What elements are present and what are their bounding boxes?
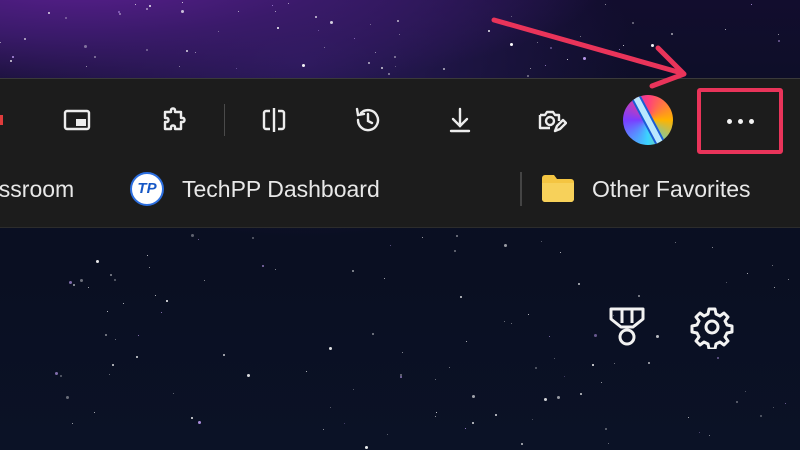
- history-icon[interactable]: [348, 100, 388, 140]
- downloads-icon[interactable]: [440, 100, 480, 140]
- techpp-logo-icon: TP: [130, 172, 164, 206]
- settings-gear-icon[interactable]: [690, 305, 734, 354]
- split-screen-icon[interactable]: [57, 100, 97, 140]
- profile-avatar[interactable]: [623, 95, 673, 145]
- more-dots-icon: [726, 118, 754, 124]
- rewards-medal-icon[interactable]: [605, 305, 649, 354]
- browser-chrome: [0, 78, 800, 228]
- favorite-item-techpp-dashboard[interactable]: TechPP Dashboard: [182, 176, 380, 203]
- favorite-folder-other-favorites[interactable]: Other Favorites: [592, 176, 751, 203]
- split-view-icon[interactable]: [254, 100, 294, 140]
- favorites-separator: [520, 172, 522, 206]
- extensions-icon[interactable]: [154, 100, 194, 140]
- favorite-item-classroom[interactable]: assroom: [0, 176, 74, 203]
- tab-edge-indicator: [0, 115, 3, 125]
- more-options-button[interactable]: [697, 88, 783, 154]
- toolbar-separator: [224, 104, 225, 136]
- folder-icon: [540, 172, 576, 204]
- screenshot-icon[interactable]: [531, 100, 571, 140]
